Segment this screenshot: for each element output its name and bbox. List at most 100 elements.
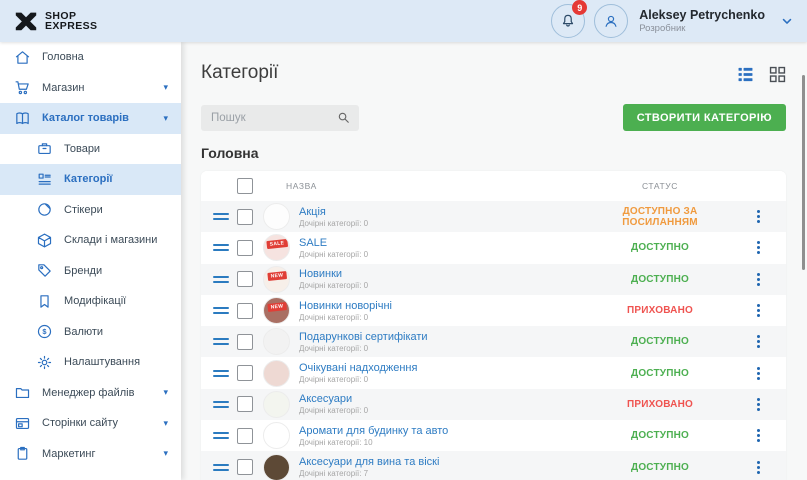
scrollbar-thumb[interactable] [802, 75, 805, 270]
categories-icon [36, 171, 53, 188]
drag-handle-icon[interactable] [213, 338, 229, 345]
row-checkbox[interactable] [237, 271, 253, 287]
sidebar-item-modifications[interactable]: Модифікації [0, 286, 181, 317]
top-header: SHOP EXPRESS 9 [0, 0, 807, 42]
table-row: Аксесуари для вина та віскі Дочірні кате… [201, 451, 786, 480]
row-checkbox[interactable] [237, 240, 253, 256]
sidebar-item-home[interactable]: Головна [0, 42, 181, 73]
status-badge: ДОСТУПНО [590, 336, 730, 347]
status-badge: ПРИХОВАНО [590, 305, 730, 316]
sidebar: Головна Магазин ▾ Каталог товарів ▾ Това… [0, 42, 181, 480]
drag-handle-icon[interactable] [213, 464, 229, 471]
drag-handle-icon[interactable] [213, 401, 229, 408]
row-checkbox[interactable] [237, 303, 253, 319]
row-menu-button[interactable] [730, 304, 786, 317]
row-checkbox[interactable] [237, 365, 253, 381]
files-icon [14, 384, 31, 401]
row-menu-button[interactable] [730, 210, 786, 223]
row-menu-button[interactable] [730, 335, 786, 348]
row-menu-button[interactable] [730, 398, 786, 411]
row-menu-button[interactable] [730, 273, 786, 286]
category-name-link[interactable]: Аксесуари для вина та віскі [299, 456, 439, 468]
category-name-link[interactable]: Аксесуари [299, 393, 352, 405]
bell-icon [559, 12, 577, 30]
status-badge: ДОСТУПНО [590, 274, 730, 285]
category-name-link[interactable]: Аромати для будинку та авто [299, 425, 448, 437]
brands-icon [36, 262, 53, 279]
page-title: Категорії [201, 62, 278, 84]
logo-mark-icon [13, 8, 39, 34]
sidebar-item-currencies[interactable]: $ Валюти [0, 317, 181, 348]
sidebar-item-products[interactable]: Товари [0, 134, 181, 165]
row-checkbox[interactable] [237, 428, 253, 444]
drag-handle-icon[interactable] [213, 213, 229, 220]
create-category-button[interactable]: СТВОРИТИ КАТЕГОРІЮ [623, 104, 786, 131]
warehouses-icon [36, 232, 53, 249]
row-checkbox[interactable] [237, 459, 253, 475]
category-name-link[interactable]: Новинки новорічні [299, 300, 392, 312]
column-name: НАЗВА [286, 181, 590, 191]
category-name-link[interactable]: Новинки [299, 268, 342, 280]
chevron-down-icon: ▾ [163, 388, 168, 397]
drag-handle-icon[interactable] [213, 432, 229, 439]
table-row: NEW Новинки Дочірні категорії: 0 ДОСТУПН… [201, 264, 786, 295]
category-thumbnail [263, 391, 290, 418]
category-children-count: Дочірні категорії: 0 [299, 219, 590, 228]
row-checkbox[interactable] [237, 396, 253, 412]
status-badge: ПРИХОВАНО [590, 399, 730, 410]
drag-handle-icon[interactable] [213, 276, 229, 283]
user-name: Aleksey Petrychenko [639, 8, 765, 22]
column-status: СТАТУС [590, 181, 730, 191]
table-row: Акція Дочірні категорії: 0 ДОСТУПНО ЗА П… [201, 201, 786, 232]
scrollbar[interactable] [800, 42, 807, 480]
sidebar-item-warehouses[interactable]: Склади і магазини [0, 225, 181, 256]
row-menu-button[interactable] [730, 367, 786, 380]
logo-text: SHOP EXPRESS [45, 11, 97, 32]
search-input[interactable] [209, 111, 336, 125]
user-role: Розробник [639, 23, 765, 34]
category-children-count: Дочірні категорії: 10 [299, 438, 590, 447]
drag-handle-icon[interactable] [213, 307, 229, 314]
category-name-link[interactable]: Подарункові сертифікати [299, 331, 428, 343]
pages-icon [14, 415, 31, 432]
row-menu-button[interactable] [730, 241, 786, 254]
category-children-count: Дочірні категорії: 0 [299, 406, 590, 415]
status-badge: ДОСТУПНО [590, 368, 730, 379]
drag-handle-icon[interactable] [213, 370, 229, 377]
notifications-button[interactable]: 9 [551, 4, 585, 38]
table-header: НАЗВА СТАТУС [201, 171, 786, 201]
select-all-checkbox[interactable] [237, 178, 253, 194]
status-badge: ДОСТУПНО [590, 462, 730, 473]
table-row: NEW Новинки новорічні Дочірні категорії:… [201, 295, 786, 326]
notification-badge: 9 [572, 0, 587, 15]
sidebar-item-catalog[interactable]: Каталог товарів ▾ [0, 103, 181, 134]
category-name-link[interactable]: SALE [299, 237, 327, 249]
user-avatar[interactable] [594, 4, 628, 38]
category-children-count: Дочірні категорії: 0 [299, 281, 590, 290]
row-checkbox[interactable] [237, 209, 253, 225]
sidebar-item-files[interactable]: Менеджер файлів ▾ [0, 378, 181, 409]
row-checkbox[interactable] [237, 334, 253, 350]
settings-icon [36, 354, 53, 371]
list-view-button[interactable] [737, 66, 754, 83]
sidebar-item-pages[interactable]: Сторінки сайту ▾ [0, 408, 181, 439]
row-menu-button[interactable] [730, 461, 786, 474]
sidebar-item-categories[interactable]: Категорії [0, 164, 181, 195]
category-children-count: Дочірні категорії: 0 [299, 313, 590, 322]
row-menu-button[interactable] [730, 429, 786, 442]
category-name-link[interactable]: Очікувані надходження [299, 362, 417, 374]
category-name-link[interactable]: Акція [299, 206, 326, 218]
sidebar-item-settings[interactable]: Налаштування [0, 347, 181, 378]
sidebar-item-marketing[interactable]: Маркетинг ▾ [0, 439, 181, 470]
table-row: SALE SALE Дочірні категорії: 0 ДОСТУПНО [201, 232, 786, 263]
category-thumbnail: NEW [263, 297, 290, 324]
user-menu-chevron-icon[interactable] [780, 14, 794, 28]
modifications-icon [36, 293, 53, 310]
grid-view-button[interactable] [769, 66, 786, 83]
category-thumbnail [263, 328, 290, 355]
sidebar-item-stickers[interactable]: Стікери [0, 195, 181, 226]
shop-express-logo[interactable]: SHOP EXPRESS [13, 8, 97, 34]
sidebar-item-cart[interactable]: Магазин ▾ [0, 73, 181, 104]
sidebar-item-brands[interactable]: Бренди [0, 256, 181, 287]
drag-handle-icon[interactable] [213, 244, 229, 251]
